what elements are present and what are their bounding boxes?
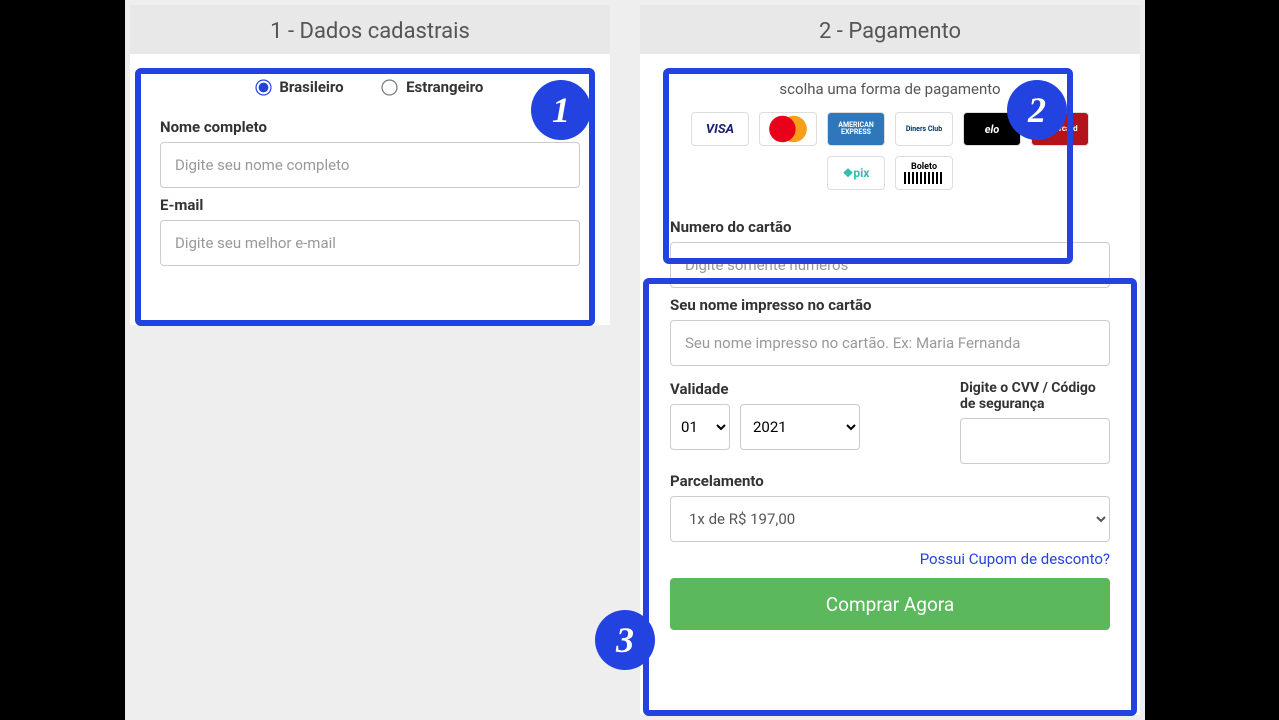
- radio-estrangeiro[interactable]: [382, 80, 398, 96]
- nationality-radio-row: Brasileiro Estrangeiro: [160, 68, 580, 110]
- payment-method-grid: VISA MasterCard AMERICAN EXPRESS Diners …: [640, 112, 1140, 204]
- radio-brasileiro-text: Brasileiro: [279, 78, 343, 96]
- pay-method-visa[interactable]: VISA: [691, 112, 749, 146]
- validity-block: Validade 01 2021: [670, 372, 930, 464]
- card-details-body: Numero do cartão Seu nome impresso no ca…: [640, 218, 1140, 650]
- card-number-label: Numero do cartão: [670, 218, 1110, 236]
- coupon-link[interactable]: Possui Cupom de desconto?: [670, 550, 1110, 568]
- pay-method-boleto[interactable]: Boleto: [895, 156, 953, 190]
- panel-dados-cadastrais: 1 - Dados cadastrais Brasileiro Estrange…: [130, 5, 610, 325]
- badge-1: 1: [531, 80, 591, 140]
- payment-method-area: scolha uma forma de pagamento VISA Maste…: [640, 54, 1140, 210]
- nome-completo-input[interactable]: [160, 142, 580, 188]
- buy-now-button[interactable]: Comprar Agora: [670, 578, 1110, 630]
- cvv-label: Digite o CVV / Código de segurança: [960, 380, 1110, 412]
- radio-brasileiro[interactable]: [255, 80, 271, 96]
- email-input[interactable]: [160, 220, 580, 266]
- validity-month-select[interactable]: 01: [670, 404, 730, 450]
- email-label: E-mail: [160, 196, 580, 214]
- pay-method-amex[interactable]: AMERICAN EXPRESS: [827, 112, 885, 146]
- cvv-block: Digite o CVV / Código de segurança: [960, 372, 1110, 464]
- pay-method-mastercard[interactable]: MasterCard: [759, 112, 817, 146]
- installments-select[interactable]: 1x de R$ 197,00: [670, 496, 1110, 542]
- barcode-icon: [904, 172, 944, 184]
- radio-brasileiro-label[interactable]: Brasileiro: [257, 78, 348, 96]
- installments-label: Parcelamento: [670, 472, 1110, 490]
- badge-2: 2: [1007, 80, 1067, 140]
- card-number-input[interactable]: [670, 242, 1110, 288]
- card-name-input[interactable]: [670, 320, 1110, 366]
- validity-label: Validade: [670, 380, 930, 398]
- checkout-stage: 1 - Dados cadastrais Brasileiro Estrange…: [125, 0, 1145, 720]
- radio-estrangeiro-text: Estrangeiro: [406, 78, 483, 96]
- card-name-label: Seu nome impresso no cartão: [670, 296, 1110, 314]
- pay-method-pix[interactable]: ❖pix: [827, 156, 885, 190]
- pay-method-boleto-text: Boleto: [911, 163, 937, 172]
- step2-title: 2 - Pagamento: [640, 5, 1140, 54]
- badge-3: 3: [595, 610, 655, 670]
- step1-title: 1 - Dados cadastrais: [130, 5, 610, 54]
- cvv-input[interactable]: [960, 418, 1110, 464]
- radio-estrangeiro-label[interactable]: Estrangeiro: [383, 78, 483, 96]
- validity-year-select[interactable]: 2021: [740, 404, 860, 450]
- nome-completo-label: Nome completo: [160, 118, 580, 136]
- pay-method-diners[interactable]: Diners Club: [895, 112, 953, 146]
